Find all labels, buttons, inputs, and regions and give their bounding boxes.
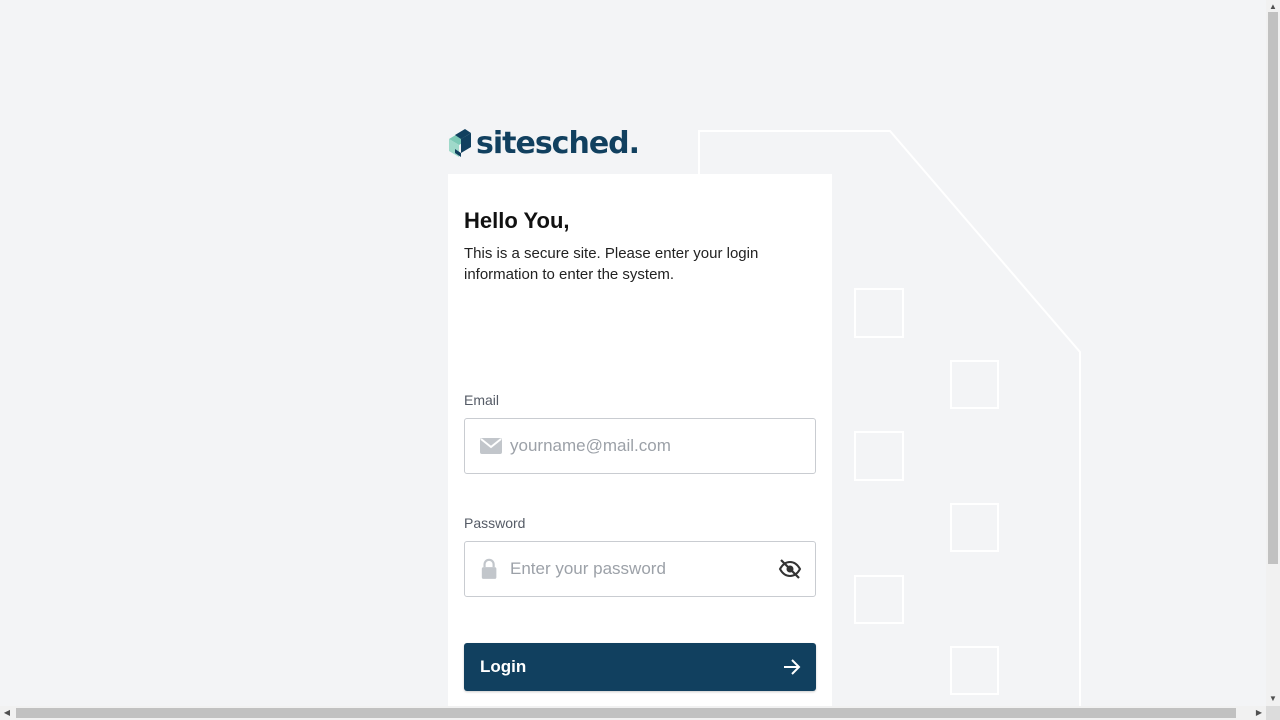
logo-mark-icon — [449, 129, 471, 157]
login-button[interactable]: Login — [464, 643, 816, 691]
lock-icon — [481, 558, 497, 579]
vertical-scroll-thumb[interactable] — [1268, 12, 1278, 564]
horizontal-scrollbar[interactable]: ◀ ▶ — [0, 706, 1266, 720]
mail-icon — [480, 438, 502, 454]
email-label: Email — [464, 392, 500, 408]
intro-text: This is a secure site. Please enter your… — [464, 245, 759, 283]
vertical-scrollbar[interactable]: ▲ ▼ — [1266, 0, 1280, 706]
scroll-left-arrow-icon[interactable]: ◀ — [0, 706, 14, 720]
email-input[interactable] — [510, 419, 760, 473]
password-input[interactable] — [510, 542, 760, 596]
password-label: Password — [464, 515, 526, 531]
login-button-label: Login — [480, 657, 527, 676]
logo-wordmark: sitesched. — [476, 126, 640, 161]
sitesched-logo: sitesched. — [447, 126, 640, 161]
password-field-box[interactable] — [464, 541, 816, 597]
greeting-title: Hello You, — [464, 208, 570, 233]
brand-name: sitesched — [476, 126, 630, 161]
eye-off-icon[interactable] — [778, 557, 802, 581]
email-field-box[interactable] — [464, 418, 816, 474]
brand-dot: . — [628, 126, 640, 161]
scroll-right-arrow-icon[interactable]: ▶ — [1252, 706, 1266, 720]
login-card: Hello You, This is a secure site. Please… — [448, 174, 832, 706]
scroll-down-arrow-icon[interactable]: ▼ — [1266, 692, 1280, 706]
scrollbar-corner — [1266, 706, 1280, 720]
horizontal-scroll-thumb[interactable] — [16, 708, 1236, 718]
arrow-right-icon — [784, 659, 801, 675]
